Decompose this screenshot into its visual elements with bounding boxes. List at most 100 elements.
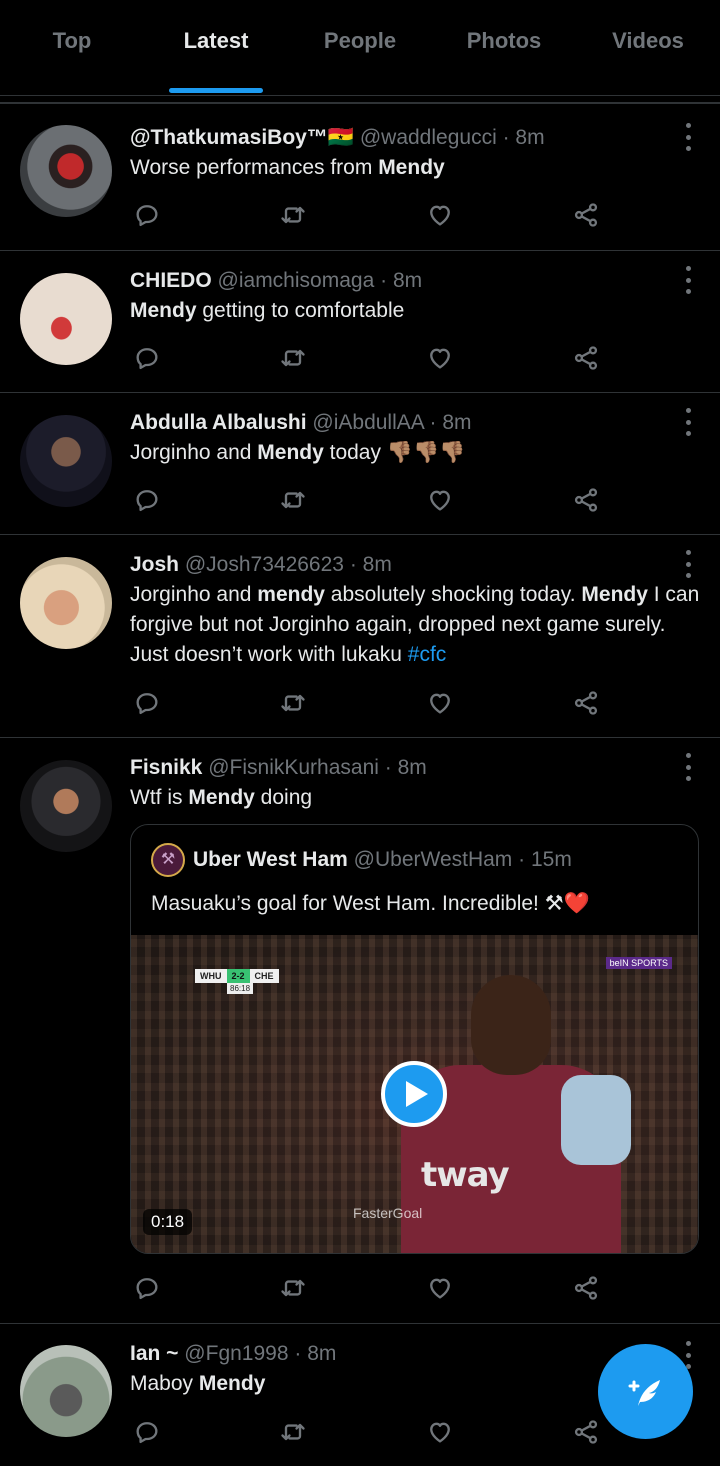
feed-divider [0, 102, 720, 104]
tweet[interactable]: @ThatkumasiBoy™🇬🇭 @waddlegucci · 8m Wors… [0, 108, 720, 251]
retweet-icon[interactable] [276, 1415, 310, 1449]
share-icon[interactable] [569, 686, 603, 720]
tweet[interactable]: Josh @Josh73426623 · 8m Jorginho and men… [0, 535, 720, 738]
like-icon[interactable] [423, 1271, 457, 1305]
tweet-text: Mendy getting to comfortable [130, 296, 696, 326]
separator-dot: · [518, 848, 526, 871]
display-name[interactable]: Abdulla Albalushi [130, 411, 307, 434]
highlighted-term: Mendy [188, 786, 255, 809]
tweet-header: Fisnikk @FisnikKurhasani · 8m [130, 753, 696, 783]
reply-icon[interactable] [130, 686, 164, 720]
display-name[interactable]: Ian ~ [130, 1342, 178, 1365]
reply-icon[interactable] [130, 483, 164, 517]
separator-dot: · [380, 269, 388, 292]
highlighted-term: Mendy [198, 1372, 266, 1395]
display-name[interactable]: Fisnikk [130, 756, 202, 779]
tweet-header: Josh @Josh73426623 · 8m [130, 550, 696, 580]
player-head [471, 975, 551, 1075]
avatar[interactable] [20, 273, 112, 365]
tab-people[interactable]: People [288, 0, 432, 96]
play-icon[interactable] [381, 1061, 447, 1127]
thumbs-down-emoji: 👎🏽👎🏽👎🏽 [386, 441, 466, 464]
tab-top[interactable]: Top [0, 0, 144, 96]
user-handle[interactable]: @iAbdullAA [312, 411, 423, 434]
tab-label: Videos [612, 28, 684, 53]
more-icon[interactable] [682, 408, 694, 436]
retweet-icon[interactable] [276, 341, 310, 375]
user-handle[interactable]: @Josh73426623 [185, 553, 344, 576]
tweet[interactable]: CHIEDO @iamchisomaga · 8m Mendy getting … [0, 251, 720, 393]
tab-photos[interactable]: Photos [432, 0, 576, 96]
user-handle[interactable]: @FisnikKurhasani [208, 756, 379, 779]
avatar[interactable] [20, 415, 112, 507]
user-handle[interactable]: @iamchisomaga [218, 269, 375, 292]
display-name[interactable]: Uber West Ham [193, 843, 348, 877]
like-icon[interactable] [423, 341, 457, 375]
tweet-actions [130, 483, 610, 517]
timestamp: 8m [515, 126, 545, 149]
video-player[interactable]: WHU 2-2 CHE 86:18 beIN SPORTS tway Faste… [131, 935, 698, 1253]
hammers-crest-icon[interactable]: ⚒ [151, 843, 185, 877]
share-icon[interactable] [569, 198, 603, 232]
video-watermark: FasterGoal [353, 1205, 423, 1221]
match-clock: 86:18 [227, 983, 254, 994]
home-team: WHU [195, 969, 227, 983]
avatar[interactable] [20, 1345, 112, 1437]
more-icon[interactable] [682, 550, 694, 578]
scoreboard: WHU 2-2 CHE [195, 969, 279, 983]
retweet-icon[interactable] [276, 1271, 310, 1305]
share-icon[interactable] [569, 1271, 603, 1305]
share-icon[interactable] [569, 483, 603, 517]
avatar[interactable] [20, 125, 112, 217]
share-icon[interactable] [569, 341, 603, 375]
share-icon[interactable] [569, 1415, 603, 1449]
reply-icon[interactable] [130, 198, 164, 232]
text-segment: Maboy [130, 1372, 199, 1395]
highlighted-term: mendy [257, 583, 325, 606]
quoted-tweet[interactable]: ⚒ Uber West Ham @UberWestHam · 15m Masua… [130, 824, 699, 1254]
highlighted-term: Mendy [257, 441, 324, 464]
like-icon[interactable] [423, 686, 457, 720]
shirt-sponsor: tway [421, 1155, 510, 1195]
separator-dot: · [502, 126, 510, 149]
tab-label: Top [52, 28, 92, 53]
like-icon[interactable] [423, 198, 457, 232]
text-segment: Wtf is [130, 786, 189, 809]
like-icon[interactable] [423, 483, 457, 517]
user-handle[interactable]: @Fgn1998 [184, 1342, 288, 1365]
tab-latest[interactable]: Latest [144, 0, 288, 96]
avatar[interactable] [20, 557, 112, 649]
compose-tweet-button[interactable] [598, 1344, 693, 1439]
timestamp: 8m [442, 411, 472, 434]
display-name[interactable]: Josh [130, 553, 179, 576]
more-icon[interactable] [682, 753, 694, 781]
more-icon[interactable] [682, 266, 694, 294]
avatar[interactable] [20, 760, 112, 852]
highlighted-term: Mendy [581, 583, 648, 606]
tweet[interactable]: Abdulla Albalushi @iAbdullAA · 8m Jorgin… [0, 393, 720, 535]
display-name[interactable]: @ThatkumasiBoy™🇬🇭 [130, 126, 354, 149]
user-handle[interactable]: @UberWestHam [354, 843, 513, 877]
retweet-icon[interactable] [276, 483, 310, 517]
display-name[interactable]: CHIEDO [130, 269, 212, 292]
separator-dot: · [349, 553, 357, 576]
retweet-icon[interactable] [276, 198, 310, 232]
tweet-header: CHIEDO @iamchisomaga · 8m [130, 266, 696, 296]
more-icon[interactable] [682, 123, 694, 151]
reply-icon[interactable] [130, 341, 164, 375]
tab-videos[interactable]: Videos [576, 0, 720, 96]
tweet-actions [130, 198, 610, 232]
hashtag-link[interactable]: #cfc [408, 643, 447, 666]
tweet-text: Jorginho and mendy absolutely shocking t… [130, 580, 700, 670]
quote-text: Masuaku’s goal for West Ham. Incredible!… [151, 892, 590, 915]
user-handle[interactable]: @waddlegucci [360, 126, 497, 149]
tweet[interactable]: Fisnikk @FisnikKurhasani · 8m Wtf is Men… [0, 738, 720, 1324]
retweet-icon[interactable] [276, 686, 310, 720]
like-icon[interactable] [423, 1415, 457, 1449]
tweet-text: Wtf is Mendy doing [130, 783, 696, 813]
active-tab-indicator [169, 88, 263, 93]
search-tabs: Top Latest People Photos Videos [0, 0, 720, 96]
reply-icon[interactable] [130, 1271, 164, 1305]
separator-dot: · [429, 411, 437, 434]
reply-icon[interactable] [130, 1415, 164, 1449]
